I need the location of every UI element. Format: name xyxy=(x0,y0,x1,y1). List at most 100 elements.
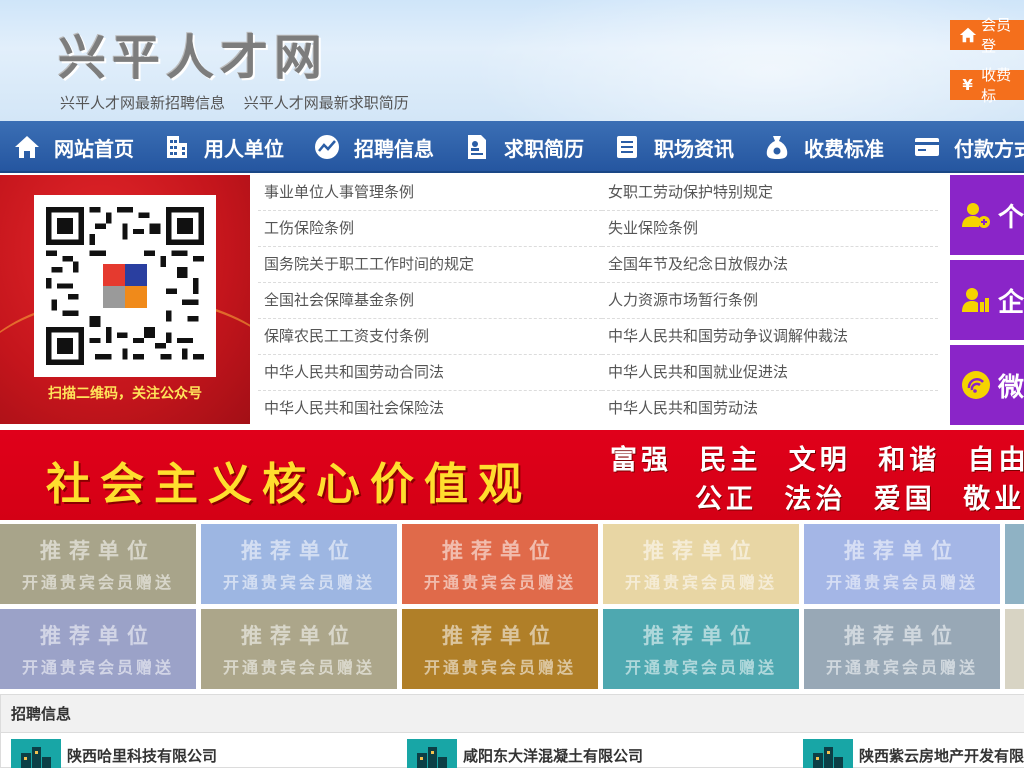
site-logo[interactable]: 兴平人才网 xyxy=(58,18,328,88)
company-logo-icon xyxy=(11,739,61,768)
recommended-title: 推荐单位 xyxy=(40,539,156,563)
job-item[interactable]: 咸阳东大洋混凝土有限公司 xyxy=(407,739,643,768)
wechat-tile-label: 微 xyxy=(998,372,1024,403)
nav-item-jobs[interactable]: 招聘信息 xyxy=(300,121,450,173)
job-item[interactable]: 陕西哈里科技有限公司 xyxy=(11,739,217,768)
fee-standard-button[interactable]: ¥ 收费标 xyxy=(950,66,1024,105)
home-icon xyxy=(958,25,977,45)
recommended-employer-tile[interactable]: 推荐单位开通贵宾会员赠送 xyxy=(603,609,799,689)
resume-icon xyxy=(462,132,492,162)
recommended-title: 推荐单位 xyxy=(241,624,357,648)
recommended-subtitle: 开通贵宾会员赠送 xyxy=(222,658,375,677)
recommended-title: 推荐单位 xyxy=(40,624,156,648)
nav-label: 职场资讯 xyxy=(654,136,734,161)
recommended-subtitle: 开通贵宾会员赠送 xyxy=(222,573,375,592)
personal-member-tile[interactable]: 个 xyxy=(950,175,1024,255)
money-bag-icon xyxy=(762,132,792,162)
recommended-subtitle: 开通贵宾会员赠送 xyxy=(624,658,777,677)
wechat-tile[interactable]: 微 xyxy=(950,345,1024,425)
yuan-icon: ¥ xyxy=(962,76,973,94)
company-person-icon xyxy=(960,283,992,317)
recommended-employer-tile[interactable]: 推荐单位开通贵宾会员赠送 xyxy=(804,609,1000,689)
company-tile-label: 企 xyxy=(998,287,1024,318)
recommended-employer-tile[interactable]: 推荐单位开通贵宾会员赠送 xyxy=(201,609,397,689)
job-item[interactable]: 陕西紫云房地产开发有限 xyxy=(803,739,1024,768)
nav-label: 用人单位 xyxy=(204,136,284,161)
recommended-employer-tile[interactable]: 推荐单位开通贵宾会员赠送 xyxy=(402,524,598,604)
job-company-name: 陕西哈里科技有限公司 xyxy=(67,746,218,765)
card-icon xyxy=(912,132,942,162)
member-login-button[interactable]: 会员登 xyxy=(950,16,1024,55)
recommended-title: 推荐单位 xyxy=(844,624,960,648)
job-company-name: 咸阳东大洋混凝土有限公司 xyxy=(463,746,644,765)
recommended-title: 推荐单位 xyxy=(844,539,960,563)
regulation-link[interactable]: 保障农民工工资支付条例 xyxy=(258,319,602,355)
recommended-employer-tile[interactable]: 推荐单位开通贵宾会员赠送 xyxy=(804,524,1000,604)
regulation-link[interactable]: 人力资源市场暂行条例 xyxy=(602,283,938,319)
regulation-link[interactable]: 中华人民共和国劳动合同法 xyxy=(258,355,602,391)
regulation-link[interactable]: 全国年节及纪念日放假办法 xyxy=(602,247,938,283)
recommended-employer-tile[interactable]: 推荐单位开通贵宾会员赠送 xyxy=(603,524,799,604)
fee-standard-label: 收费标 xyxy=(981,66,1012,105)
recommended-employer-tile[interactable]: 推荐单位开通贵宾会员赠送 xyxy=(402,609,598,689)
member-login-label: 会员登 xyxy=(981,16,1012,55)
regulation-link[interactable]: 中华人民共和国就业促进法 xyxy=(602,355,938,391)
qr-caption: 扫描二维码，关注公众号 xyxy=(48,386,202,402)
recommended-title: 推荐单位 xyxy=(643,624,759,648)
nav-item-news[interactable]: 职场资讯 xyxy=(600,121,750,173)
header-links: 兴平人才网最新招聘信息 兴平人才网最新求职简历 xyxy=(60,92,423,113)
recommended-subtitle: 开通贵宾会员赠送 xyxy=(624,573,777,592)
banner-values-row-1: 富强 民主 文明 和谐 自由 xyxy=(610,445,1024,476)
main-nav: 网站首页 用人单位 招聘信息 求职简历 职场资讯 收费标准 付款方式 xyxy=(0,121,1024,173)
news-icon xyxy=(612,132,642,162)
regulation-link[interactable]: 工伤保险条例 xyxy=(258,211,602,247)
company-logo-icon xyxy=(803,739,853,768)
nav-item-resumes[interactable]: 求职简历 xyxy=(450,121,600,173)
qr-code-panel: 扫描二维码，关注公众号 xyxy=(0,175,250,424)
banner-title: 社会主义核心价值观 xyxy=(46,459,532,510)
recommended-employer-tile[interactable]: 推荐单位开通贵宾会员赠送 xyxy=(201,524,397,604)
regulation-links: 事业单位人事管理条例 女职工劳动保护特别规定 工伤保险条例 失业保险条例 国务院… xyxy=(258,175,938,424)
regulation-link[interactable]: 中华人民共和国劳动法 xyxy=(602,391,938,427)
jobs-section: 招聘信息 陕西哈里科技有限公司 咸阳东大洋混凝土有限公司 陕西紫云房地产开发有限 xyxy=(0,694,1024,768)
header-decoration xyxy=(420,0,1024,121)
regulation-link[interactable]: 中华人民共和国社会保险法 xyxy=(258,391,602,427)
recommended-subtitle: 开通贵宾会员赠送 xyxy=(825,658,978,677)
regulation-link[interactable]: 事业单位人事管理条例 xyxy=(258,175,602,211)
recommended-title: 推荐单位 xyxy=(643,539,759,563)
nav-item-home[interactable]: 网站首页 xyxy=(0,121,150,173)
recommended-subtitle: 开通贵宾会员赠送 xyxy=(21,573,174,592)
latest-resumes-link[interactable]: 兴平人才网最新求职简历 xyxy=(244,94,409,112)
personal-tile-label: 个 xyxy=(998,202,1024,233)
building-icon xyxy=(162,132,192,162)
regulation-link[interactable]: 国务院关于职工工作时间的规定 xyxy=(258,247,602,283)
nav-item-employers[interactable]: 用人单位 xyxy=(150,121,300,173)
recommended-employer-tile[interactable]: 推荐单位开通贵宾会员赠送 xyxy=(1005,609,1024,689)
recommended-subtitle: 开通贵宾会员赠送 xyxy=(21,658,174,677)
person-add-icon xyxy=(960,198,992,232)
recommended-employer-tile[interactable]: 推荐单位开通贵宾会员赠送 xyxy=(0,524,196,604)
company-member-tile[interactable]: 企 xyxy=(950,260,1024,340)
qr-code xyxy=(34,195,216,377)
nav-item-fees[interactable]: 收费标准 xyxy=(750,121,900,173)
nav-label: 收费标准 xyxy=(804,136,884,161)
regulation-link[interactable]: 全国社会保障基金条例 xyxy=(258,283,602,319)
nav-label: 网站首页 xyxy=(54,136,134,161)
recommended-title: 推荐单位 xyxy=(442,624,558,648)
chart-icon xyxy=(312,132,342,162)
recommended-employer-tile[interactable]: 推荐单位开通贵宾会员赠送 xyxy=(0,609,196,689)
recommended-subtitle: 开通贵宾会员赠送 xyxy=(423,658,576,677)
latest-jobs-link[interactable]: 兴平人才网最新招聘信息 xyxy=(60,94,225,112)
regulation-link[interactable]: 中华人民共和国劳动争议调解仲裁法 xyxy=(602,319,938,355)
recommended-employer-tile[interactable]: 推荐单位开通贵宾会员赠送 xyxy=(1005,524,1024,604)
banner-values-row-2: 公正 法治 爱国 敬业 xyxy=(695,484,1024,515)
jobs-heading: 招聘信息 xyxy=(1,695,1024,733)
recommended-employers: 推荐单位 开通贵宾会员赠送 推荐单位 开通贵宾会员赠送 推荐单位 开通贵宾会员赠送 推荐单位… xyxy=(0,524,1024,690)
regulation-link[interactable]: 女职工劳动保护特别规定 xyxy=(602,175,938,211)
home-icon xyxy=(12,132,42,162)
nav-label: 付款方式 xyxy=(954,136,1024,161)
job-company-name: 陕西紫云房地产开发有限 xyxy=(859,746,1024,765)
regulation-link[interactable]: 失业保险条例 xyxy=(602,211,938,247)
nav-item-payment[interactable]: 付款方式 xyxy=(900,121,1024,173)
core-values-banner: 社会主义核心价值观 富强 民主 文明 和谐 自由 公正 法治 爱国 敬业 xyxy=(0,430,1024,520)
